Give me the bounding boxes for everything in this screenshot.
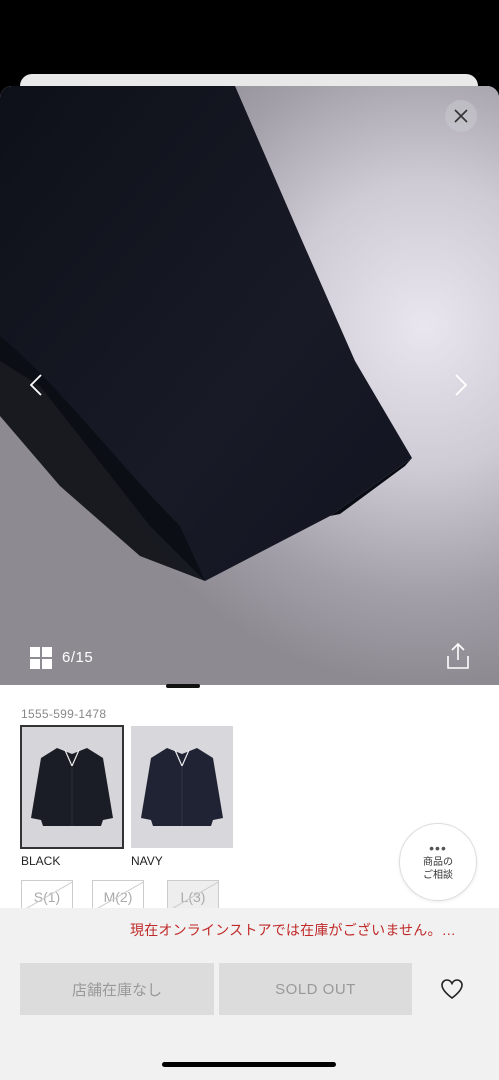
close-icon [454,109,468,123]
consult-label-line2: ご相談 [423,869,453,881]
product-modal: 6/15 1555-599-1478 BLACK NAVY ••• 商品の ご相… [0,86,499,1080]
next-image-button[interactable] [449,371,473,399]
chevron-left-icon [30,374,42,396]
more-icon: ••• [429,839,447,856]
jacket-thumbnail [131,726,233,848]
previous-image-button[interactable] [24,371,48,399]
unavailable-slash [170,881,218,909]
home-indicator [162,1062,336,1067]
share-icon [447,642,469,669]
sheet-handle[interactable] [166,684,200,688]
consult-button[interactable]: ••• 商品の ご相談 [399,823,477,901]
size-option-m[interactable]: M(2) [92,880,144,910]
color-swatch-black[interactable] [20,725,124,849]
jacket-thumbnail [21,726,123,848]
store-stock-button[interactable]: 店舗在庫なし [20,963,214,1015]
chevron-right-icon [455,374,467,396]
color-label-navy: NAVY [131,854,163,868]
product-number: 1555-599-1478 [21,707,107,721]
heart-icon [441,979,463,1000]
color-swatch-navy[interactable] [131,726,233,848]
consult-label-line1: 商品の [423,856,453,868]
grid-icon[interactable] [30,647,52,669]
favorite-button[interactable] [440,978,464,1000]
unavailable-slash [95,881,143,909]
color-label-black: BLACK [21,854,61,868]
product-photo[interactable]: 6/15 [0,86,499,685]
image-counter: 6/15 [62,649,94,666]
close-button[interactable] [445,100,477,132]
screen: 6/15 1555-599-1478 BLACK NAVY ••• 商品の ご相… [0,0,499,1080]
purchase-bar: 現在オンラインストアでは在庫がございません。… 店舗在庫なし SOLD OUT [0,908,499,1080]
unavailable-slash [24,881,72,909]
share-button[interactable] [445,642,471,670]
stock-message[interactable]: 現在オンラインストアでは在庫がございません。… [130,920,456,940]
size-option-s[interactable]: S(1) [21,880,73,910]
sold-out-button[interactable]: SOLD OUT [219,963,412,1015]
size-option-l[interactable]: L(3) [167,880,219,910]
garment-image [0,86,412,581]
